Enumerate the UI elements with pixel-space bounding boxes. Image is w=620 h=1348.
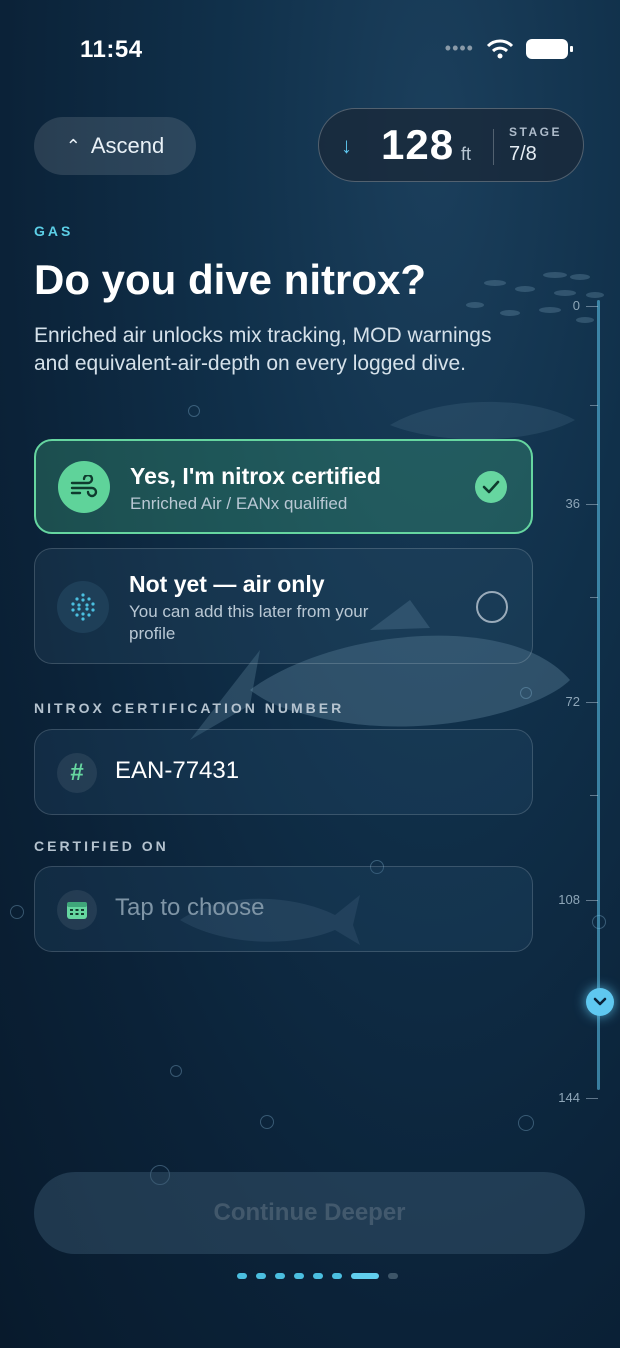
stage-value: 7/8 — [509, 143, 537, 165]
depth-unit: ft — [461, 144, 472, 164]
section-label: GAS — [34, 223, 74, 239]
ascend-button[interactable]: ⌃ Ascend — [34, 117, 196, 175]
gauge-tick-label: 36 — [565, 496, 580, 511]
bubble — [518, 1115, 534, 1131]
hash-icon: # — [57, 753, 97, 793]
progress-dot — [332, 1273, 342, 1279]
progress-dot — [237, 1273, 247, 1279]
gauge-tick-label: 144 — [558, 1090, 580, 1105]
bubble — [188, 405, 200, 417]
stage-label: STAGE — [509, 125, 562, 139]
progress-dot — [256, 1273, 266, 1279]
battery-icon — [526, 38, 573, 59]
option-title: Yes, I'm nitrox certified — [130, 463, 381, 489]
continue-button[interactable]: Continue Deeper — [34, 1172, 585, 1254]
progress-dot — [294, 1273, 304, 1279]
gauge-tick — [590, 597, 598, 598]
cert-date-placeholder: Tap to choose — [115, 894, 265, 921]
bubbles-icon — [57, 581, 109, 633]
wind-icon — [58, 461, 110, 513]
check-icon — [475, 471, 507, 503]
depth-gauge-track — [597, 300, 600, 1090]
signal-icon: •••• — [444, 38, 474, 58]
cert-date-label: CERTIFIED ON — [34, 838, 169, 854]
gauge-tick-label: 72 — [565, 694, 580, 709]
progress-dot — [388, 1273, 398, 1279]
page-subtitle: Enriched air unlocks mix tracking, MOD w… — [34, 324, 492, 375]
depth-marker-chevron-down-icon — [586, 988, 614, 1016]
bubble — [170, 1065, 182, 1077]
status-icons: •••• — [444, 38, 573, 59]
gauge-tick — [590, 795, 598, 796]
gauge-tick-label: 0 — [572, 298, 580, 313]
cert-date-field[interactable]: Tap to choose — [34, 866, 533, 952]
cert-number-label: NITROX CERTIFICATION NUMBER — [34, 700, 345, 716]
radio-empty-icon — [476, 591, 508, 623]
bubble — [260, 1115, 274, 1129]
progress-dot — [313, 1273, 323, 1279]
gauge-tick — [586, 900, 598, 901]
depth-value: 128 — [381, 121, 455, 168]
option-title: Not yet — air only — [129, 571, 325, 597]
ascend-label: Ascend — [90, 133, 165, 158]
option-air-only[interactable]: Not yet — air only You can add this late… — [34, 548, 533, 664]
progress-dots — [237, 1273, 398, 1279]
divider — [493, 129, 494, 165]
gauge-tick — [586, 504, 598, 505]
chevron-up-icon: ⌃ — [65, 135, 81, 156]
cert-number-value: EAN-77431 — [115, 757, 240, 784]
status-time: 11:54 — [80, 36, 143, 63]
depth-indicator: ↓ 128 ft STAGE 7/8 — [318, 108, 584, 182]
cert-number-field[interactable]: # EAN-77431 — [34, 729, 533, 815]
calendar-icon — [57, 890, 97, 930]
option-subtitle: Enriched Air / EANx qualified — [130, 494, 348, 513]
gauge-tick — [586, 1098, 598, 1099]
gauge-tick — [586, 702, 598, 703]
option-nitrox-certified[interactable]: Yes, I'm nitrox certified Enriched Air /… — [34, 439, 533, 534]
gauge-tick-label: 108 — [558, 892, 580, 907]
option-subtitle: You can add this later from your profile — [129, 602, 369, 643]
progress-dot — [275, 1273, 285, 1279]
progress-dot-active — [351, 1273, 379, 1279]
bubble — [10, 905, 24, 919]
wifi-icon — [486, 39, 514, 58]
gauge-tick — [590, 405, 598, 406]
arrow-down-icon: ↓ — [341, 133, 352, 158]
gauge-tick — [586, 306, 598, 307]
page-title: Do you dive nitrox? — [34, 256, 427, 303]
bubble — [520, 687, 532, 699]
